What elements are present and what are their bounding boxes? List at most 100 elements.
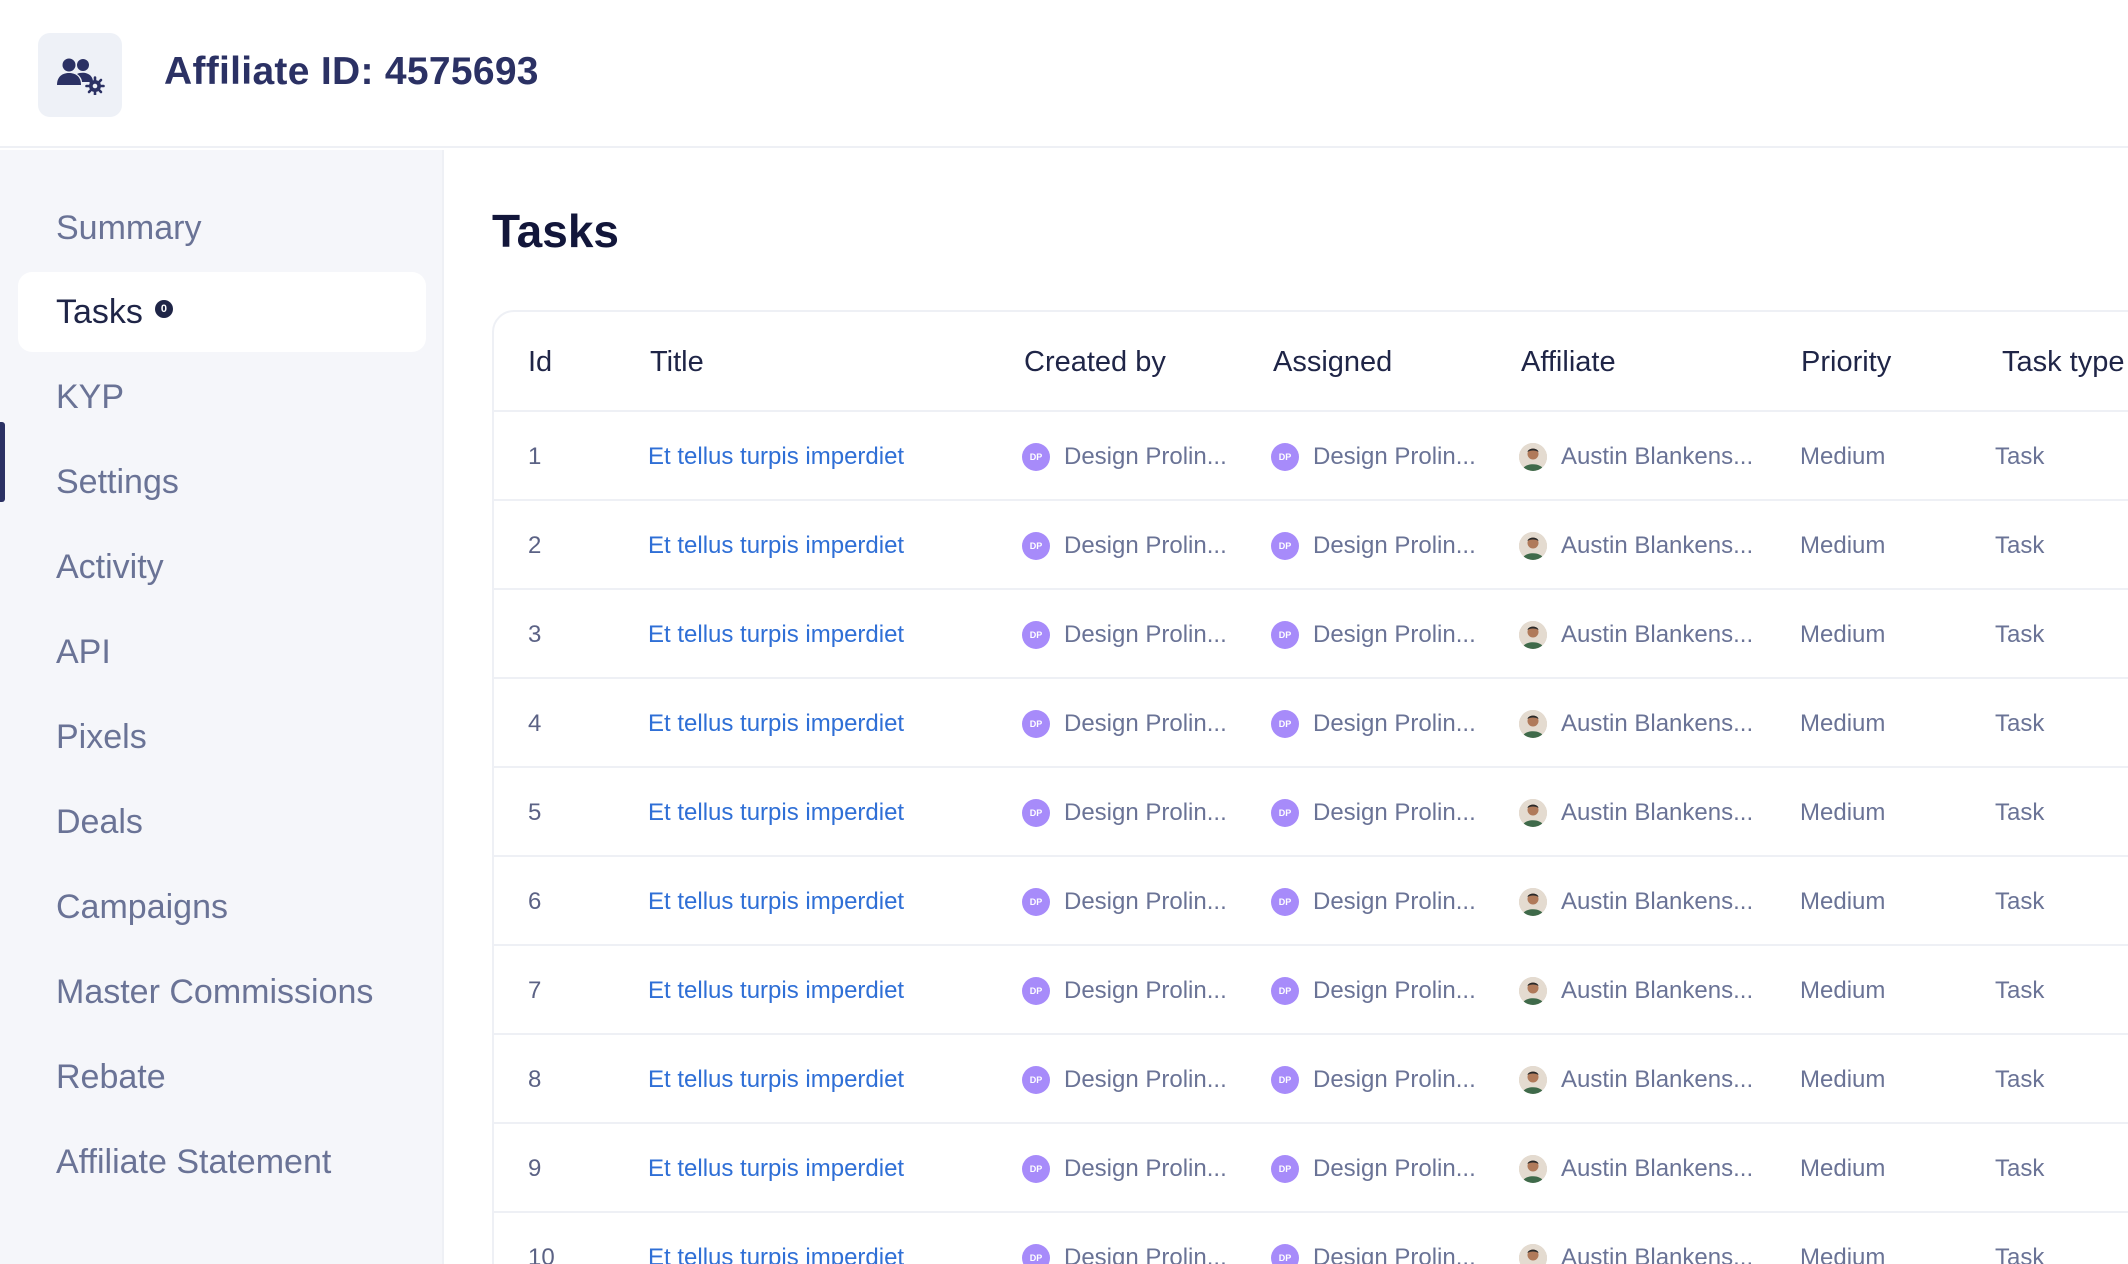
assigned-name: Design Prolin... xyxy=(1313,442,1476,470)
sidebar-item-activity[interactable]: Activity xyxy=(18,527,426,607)
user-avatar-initials: DP xyxy=(1271,1154,1299,1183)
column-header-task-type[interactable]: Task type xyxy=(2002,312,2125,412)
sidebar-item-label: Campaigns xyxy=(56,887,228,926)
column-header-title[interactable]: Title xyxy=(650,312,704,412)
sidebar-item-kyp[interactable]: KYP xyxy=(18,357,426,437)
task-title-link[interactable]: Et tellus turpis imperdiet xyxy=(648,1035,904,1124)
affiliate-name: Austin Blankens... xyxy=(1561,1243,1754,1264)
task-title-link[interactable]: Et tellus turpis imperdiet xyxy=(648,768,904,857)
user-avatar-initials: DP xyxy=(1022,976,1050,1005)
created-by-name: Design Prolin... xyxy=(1064,531,1227,559)
cell-affiliate: Austin Blankens... xyxy=(1519,1124,1753,1213)
cell-task-type: Task xyxy=(1995,887,2045,915)
sidebar-item-label: Activity xyxy=(56,547,164,586)
cell-task-type: Task xyxy=(1995,709,2045,737)
cell-created-by: DP Design Prolin... xyxy=(1022,1213,1227,1264)
table-row[interactable]: 5 Et tellus turpis imperdiet DP Design Prol… xyxy=(494,768,2128,857)
sidebar-item-settings[interactable]: Settings xyxy=(18,442,426,522)
affiliate-name: Austin Blankens... xyxy=(1561,1154,1754,1182)
sidebar-item-label: Summary xyxy=(56,208,202,247)
affiliate-avatar xyxy=(1519,976,1547,1005)
user-avatar-initials: DP xyxy=(1022,1243,1050,1264)
cell-assigned: DP Design Prolin... xyxy=(1271,679,1476,768)
table-row[interactable]: 3 Et tellus turpis imperdiet DP Design Prol… xyxy=(494,590,2128,679)
sidebar-item-master-commissions[interactable]: Master Commissions xyxy=(18,952,426,1032)
table-row[interactable]: 7 Et tellus turpis imperdiet DP Design Prol… xyxy=(494,946,2128,1035)
sidebar-item-affiliate-statement[interactable]: Affiliate Statement xyxy=(18,1122,426,1202)
task-title-link[interactable]: Et tellus turpis imperdiet xyxy=(648,679,904,768)
cell-created-by: DP Design Prolin... xyxy=(1022,412,1227,501)
table-row[interactable]: 6 Et tellus turpis imperdiet DP Design Prol… xyxy=(494,857,2128,946)
page-title: Tasks xyxy=(492,205,620,257)
cell-created-by: DP Design Prolin... xyxy=(1022,946,1227,1035)
sidebar-nav: Summary Tasks 0 KYP Settings Activity API… xyxy=(0,150,444,1264)
cell-task-type: Task xyxy=(1995,442,2045,470)
cell-assigned: DP Design Prolin... xyxy=(1271,1213,1476,1264)
cell-created-by: DP Design Prolin... xyxy=(1022,857,1227,946)
cell-priority: Medium xyxy=(1800,976,1886,1004)
affiliate-avatar xyxy=(1519,1065,1547,1094)
task-title-link[interactable]: Et tellus turpis imperdiet xyxy=(648,590,904,679)
table-row[interactable]: 8 Et tellus turpis imperdiet DP Design Prol… xyxy=(494,1035,2128,1124)
sidebar-item-summary[interactable]: Summary xyxy=(18,188,426,268)
cell-priority: Medium xyxy=(1800,620,1886,648)
cell-created-by: DP Design Prolin... xyxy=(1022,501,1227,590)
table-row[interactable]: 1 Et tellus turpis imperdiet DP Design Prol… xyxy=(494,412,2128,501)
affiliate-name: Austin Blankens... xyxy=(1561,620,1754,648)
task-title-link[interactable]: Et tellus turpis imperdiet xyxy=(648,501,904,590)
column-header-created-by[interactable]: Created by xyxy=(1024,312,1166,412)
sidebar-item-label: Tasks xyxy=(56,292,143,331)
user-avatar-initials: DP xyxy=(1022,798,1050,827)
column-header-assigned[interactable]: Assigned xyxy=(1273,312,1392,412)
user-avatar-initials: DP xyxy=(1022,887,1050,916)
sidebar-item-label: Pixels xyxy=(56,717,147,756)
users-gear-icon[interactable] xyxy=(38,33,122,117)
sidebar-item-tasks[interactable]: Tasks 0 xyxy=(18,272,426,352)
cell-id: 4 xyxy=(528,709,542,737)
column-header-priority[interactable]: Priority xyxy=(1801,312,1891,412)
sidebar-item-label: Rebate xyxy=(56,1057,166,1096)
created-by-name: Design Prolin... xyxy=(1064,1243,1227,1264)
sidebar-item-rebate[interactable]: Rebate xyxy=(18,1037,426,1117)
created-by-name: Design Prolin... xyxy=(1064,442,1227,470)
column-header-affiliate[interactable]: Affiliate xyxy=(1521,312,1616,412)
cell-assigned: DP Design Prolin... xyxy=(1271,501,1476,590)
sidebar-item-label: API xyxy=(56,632,111,671)
cell-id: 10 xyxy=(528,1243,555,1264)
sidebar-item-pixels[interactable]: Pixels xyxy=(18,697,426,777)
assigned-name: Design Prolin... xyxy=(1313,887,1476,915)
assigned-name: Design Prolin... xyxy=(1313,531,1476,559)
sidebar-item-campaigns[interactable]: Campaigns xyxy=(18,867,426,947)
task-title-link[interactable]: Et tellus turpis imperdiet xyxy=(648,1213,904,1264)
created-by-name: Design Prolin... xyxy=(1064,976,1227,1004)
task-title-link[interactable]: Et tellus turpis imperdiet xyxy=(648,412,904,501)
task-title-link[interactable]: Et tellus turpis imperdiet xyxy=(648,1124,904,1213)
table-row[interactable]: 10 Et tellus turpis imperdiet DP Design Pro… xyxy=(494,1213,2128,1264)
cell-id: 3 xyxy=(528,620,542,648)
created-by-name: Design Prolin... xyxy=(1064,709,1227,737)
created-by-name: Design Prolin... xyxy=(1064,1154,1227,1182)
cell-assigned: DP Design Prolin... xyxy=(1271,1124,1476,1213)
cell-affiliate: Austin Blankens... xyxy=(1519,946,1753,1035)
tasks-table: Id Title Created by Assigned Affiliate P… xyxy=(492,310,2128,1264)
user-avatar-initials: DP xyxy=(1271,531,1299,560)
cell-priority: Medium xyxy=(1800,1243,1886,1264)
user-avatar-initials: DP xyxy=(1271,976,1299,1005)
created-by-name: Design Prolin... xyxy=(1064,1065,1227,1093)
table-row[interactable]: 9 Et tellus turpis imperdiet DP Design Prol… xyxy=(494,1124,2128,1213)
cell-task-type: Task xyxy=(1995,1154,2045,1182)
user-avatar-initials: DP xyxy=(1022,1065,1050,1094)
affiliate-name: Austin Blankens... xyxy=(1561,531,1754,559)
cell-id: 1 xyxy=(528,442,542,470)
tasks-count-badge: 0 xyxy=(154,300,173,318)
column-header-id[interactable]: Id xyxy=(528,312,552,412)
assigned-name: Design Prolin... xyxy=(1313,620,1476,648)
table-row[interactable]: 4 Et tellus turpis imperdiet DP Design Prol… xyxy=(494,679,2128,768)
task-title-link[interactable]: Et tellus turpis imperdiet xyxy=(648,857,904,946)
task-title-link[interactable]: Et tellus turpis imperdiet xyxy=(648,946,904,1035)
sidebar-item-api[interactable]: API xyxy=(18,612,426,692)
assigned-name: Design Prolin... xyxy=(1313,1243,1476,1264)
cell-task-type: Task xyxy=(1995,976,2045,1004)
sidebar-item-deals[interactable]: Deals xyxy=(18,782,426,862)
table-row[interactable]: 2 Et tellus turpis imperdiet DP Design Prol… xyxy=(494,501,2128,590)
